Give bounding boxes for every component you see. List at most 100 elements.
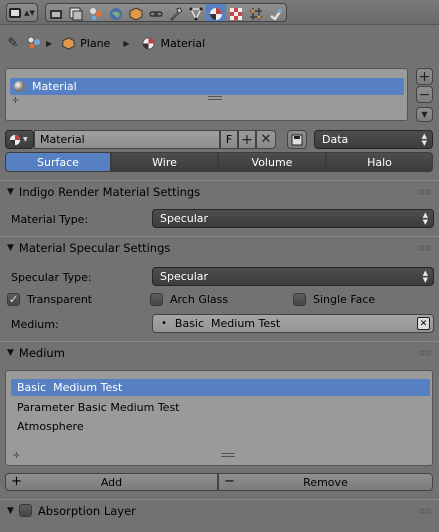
list-item[interactable]: Material: [10, 78, 404, 95]
breadcrumb-object[interactable]: Plane: [80, 37, 110, 50]
transparent-checkbox[interactable]: ✓ Transparent: [7, 292, 92, 307]
panel-expanded-icon: ▼: [7, 186, 14, 197]
new-material-button[interactable]: +: [238, 130, 256, 149]
breadcrumb-material[interactable]: Material: [160, 37, 205, 50]
panel-title: Material Specular Settings: [18, 240, 171, 255]
medium-value: Basic Medium Test: [174, 317, 281, 330]
texture-tab[interactable]: [226, 4, 246, 21]
unlink-material-button[interactable]: ✕: [256, 130, 276, 149]
list-item[interactable]: Parameter Basic Medium Test: [11, 399, 430, 416]
material-type-dropdown[interactable]: Specular ▲ ▼: [152, 209, 434, 228]
drag-handle-icon[interactable]: [419, 189, 431, 195]
object-data-icon: [189, 7, 203, 21]
copy-material-button[interactable]: [287, 130, 307, 149]
single-face-label: Single Face: [313, 293, 376, 306]
pin-icon[interactable]: ✎: [6, 36, 20, 51]
render-layers-icon: [69, 7, 83, 21]
add-label: Add: [100, 475, 123, 489]
breadcrumb-separator-icon: ▶: [123, 38, 130, 48]
panel-title: Indigo Render Material Settings: [18, 184, 201, 199]
drag-handle-icon[interactable]: [419, 245, 431, 251]
scene-icon: [90, 8, 102, 21]
absorption-panel-header[interactable]: ▼ Absorption Layer: [0, 499, 439, 521]
render-layers-tab[interactable]: [66, 4, 86, 21]
clear-icon[interactable]: ✕: [417, 317, 430, 330]
physics-icon: [270, 9, 283, 21]
medium-bullet-icon: •: [161, 318, 167, 329]
specular-type-label: Specular Type:: [11, 271, 92, 284]
medium-panel-header[interactable]: ▼ Medium: [0, 341, 439, 363]
fake-user-label: F: [225, 133, 233, 146]
object-icon: [129, 7, 143, 21]
filter-options-icon[interactable]: ✛: [12, 96, 19, 105]
single-face-checkbox[interactable]: Single Face: [293, 292, 375, 307]
tab-volume[interactable]: Volume: [218, 152, 326, 172]
checkbox-box: [293, 293, 306, 306]
object-data-tab[interactable]: [186, 4, 206, 21]
particles-tab[interactable]: [246, 4, 266, 21]
absorption-enable-checkbox[interactable]: [18, 504, 32, 517]
indigo-panel-header[interactable]: ▼ Indigo Render Material Settings: [0, 180, 439, 202]
constraints-tab[interactable]: [146, 4, 166, 21]
remove-medium-button[interactable]: − Remove: [218, 473, 433, 491]
texture-icon: [230, 8, 242, 20]
tab-surface[interactable]: Surface: [5, 152, 111, 172]
add-slot-button[interactable]: +: [416, 68, 433, 85]
world-icon: [110, 8, 122, 20]
material-tab[interactable]: [206, 4, 226, 21]
close-icon: ✕: [260, 132, 272, 147]
resize-grip[interactable]: [208, 96, 222, 100]
transparent-label: Transparent: [27, 293, 93, 306]
particles-icon: [250, 8, 262, 20]
slot-specials-button[interactable]: ▼: [416, 107, 433, 122]
material-browse-button[interactable]: ▼: [5, 130, 34, 149]
arch-glass-label: Arch Glass: [170, 293, 229, 306]
scene-tab[interactable]: [86, 4, 106, 21]
object-tab[interactable]: [126, 4, 146, 21]
chevron-down-icon: ▲▼: [24, 8, 35, 17]
render-tab[interactable]: [46, 4, 66, 21]
material-slots-list[interactable]: Material ✛: [5, 68, 408, 121]
drag-handle-icon[interactable]: [419, 350, 431, 356]
link-dropdown[interactable]: Data ▲ ▼: [314, 130, 433, 149]
chevron-updown-icon: ▲ ▼: [422, 210, 428, 226]
modifiers-tab[interactable]: [166, 4, 186, 21]
material-type-label: Material Type:: [11, 213, 89, 226]
material-icon: [9, 134, 21, 145]
preview-tabs: Surface Wire Volume Halo: [5, 152, 433, 172]
physics-tab[interactable]: [266, 4, 286, 21]
editor-type-button[interactable]: ▲▼: [6, 3, 38, 22]
breadcrumb: ✎ ▶ Plane ▶ Material: [6, 33, 206, 53]
editor-type-icon: [9, 7, 22, 18]
arch-glass-checkbox[interactable]: Arch Glass: [150, 292, 228, 307]
specular-panel-header[interactable]: ▼ Material Specular Settings: [0, 236, 439, 258]
chevron-down-icon: ▼: [23, 136, 28, 143]
medium-list[interactable]: Basic Medium Test Parameter Basic Medium…: [5, 370, 433, 466]
specular-type-dropdown[interactable]: Specular ▲ ▼: [152, 267, 434, 286]
list-item[interactable]: Basic Medium Test: [11, 379, 430, 396]
fake-user-button[interactable]: F: [220, 130, 238, 149]
plus-icon: +: [241, 131, 253, 148]
drag-handle-icon[interactable]: [419, 508, 431, 514]
panel-title: Absorption Layer: [37, 503, 136, 518]
checkbox-box: [150, 293, 163, 306]
copy-icon: [291, 134, 303, 145]
remove-slot-button[interactable]: −: [416, 86, 433, 103]
resize-grip[interactable]: [221, 453, 235, 457]
world-tab[interactable]: [106, 4, 126, 21]
add-medium-button[interactable]: + Add: [5, 473, 218, 491]
modifiers-icon: [170, 7, 183, 21]
constraints-icon: [149, 11, 163, 17]
remove-label: Remove: [303, 475, 348, 489]
panel-expanded-icon: ▼: [7, 242, 14, 253]
material-type-value: Specular: [160, 212, 209, 225]
material-name-field[interactable]: Material: [34, 130, 220, 149]
specular-type-value: Specular: [160, 270, 209, 283]
medium-search-field[interactable]: • Basic Medium Test ✕: [152, 314, 434, 333]
tab-halo[interactable]: Halo: [326, 152, 433, 172]
plus-icon: +: [11, 474, 22, 489]
list-item[interactable]: Atmosphere: [11, 418, 430, 435]
chevron-updown-icon: ▲ ▼: [422, 268, 428, 284]
tab-wire[interactable]: Wire: [111, 152, 218, 172]
filter-options-icon[interactable]: ✛: [13, 451, 20, 460]
